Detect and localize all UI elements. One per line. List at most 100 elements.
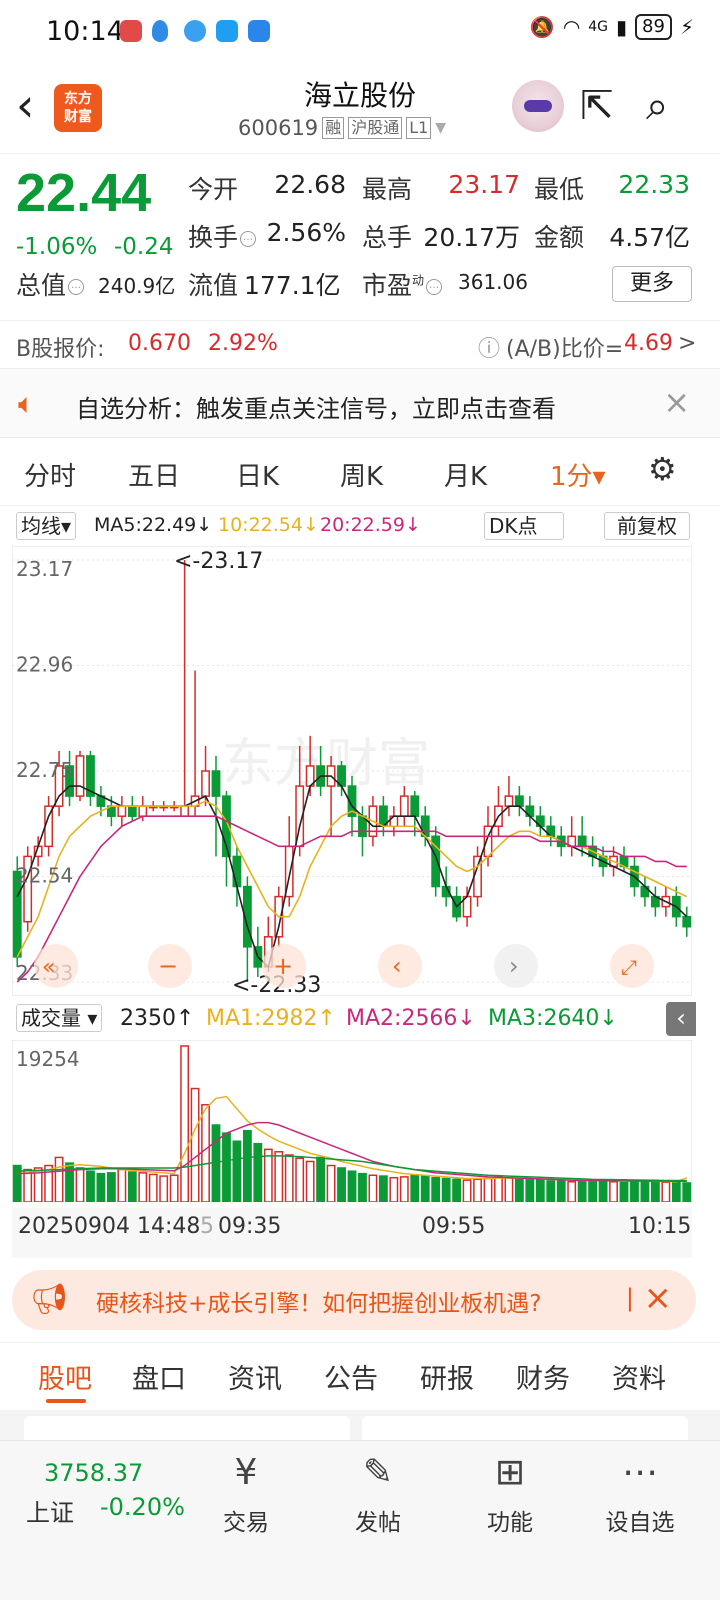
tab-research[interactable]: 研报 xyxy=(420,1357,474,1396)
nav-trade[interactable]: ¥ 交易 xyxy=(196,1451,296,1537)
volume-bar xyxy=(588,1179,598,1202)
volume-bar xyxy=(650,1181,660,1202)
change-amt: -0.24 xyxy=(114,234,174,260)
candle-body xyxy=(232,855,242,888)
volume-bar xyxy=(462,1179,472,1202)
chevron-down-icon: ▼ xyxy=(435,120,447,136)
search-icon[interactable]: ⌕ xyxy=(646,84,668,128)
candlestick-chart[interactable]: 东方财富 23.1722.9622.7522.5422.33 <-23.17 <… xyxy=(12,546,692,996)
pe-sup: 动 xyxy=(412,273,425,288)
volume-bar xyxy=(661,1181,671,1202)
time-axis: 20250904 14:48 5 09:35 09:55 10:15 xyxy=(12,1208,692,1258)
preview-card-right[interactable] xyxy=(362,1416,688,1440)
candle-body xyxy=(682,915,692,928)
promo-banner[interactable]: 📢︎ 硬核科技+成长引擎！如何把握创业板机遇? | × xyxy=(12,1270,696,1330)
close-icon[interactable]: × xyxy=(663,383,690,421)
volume-bar xyxy=(567,1180,577,1202)
shield-icon xyxy=(152,20,168,42)
close-icon[interactable]: × xyxy=(644,1278,673,1318)
notification-app-icon xyxy=(120,20,142,42)
volume-bar xyxy=(190,1087,200,1202)
weather-icon xyxy=(248,20,270,42)
volume-bar xyxy=(452,1178,462,1202)
candle-body xyxy=(399,795,409,817)
nav-post[interactable]: ✎ 发帖 xyxy=(328,1451,428,1537)
volume-bar xyxy=(169,1174,179,1202)
volume-bar xyxy=(619,1181,629,1202)
tab-order-book[interactable]: 盘口 xyxy=(132,1357,186,1396)
ma10-legend: 10:22.54↓ xyxy=(218,514,319,536)
tab-daily-k[interactable]: 日K xyxy=(236,456,279,493)
adjust-selector[interactable]: 前复权 xyxy=(604,512,690,540)
tab-one-minute[interactable]: 1分▾ xyxy=(550,456,606,493)
tab-weekly-k[interactable]: 周K xyxy=(340,456,383,493)
candle-body xyxy=(201,770,210,797)
info-icon[interactable]: … xyxy=(240,231,257,247)
status-time: 10:14 xyxy=(46,16,124,47)
dk-point-selector[interactable]: DK点 xyxy=(484,512,564,540)
time-tick-prev-date: 20250904 14:48 xyxy=(18,1214,201,1239)
mktcap-value: 240.9亿 xyxy=(98,274,176,298)
ma-selector[interactable]: 均线▾ xyxy=(16,512,77,540)
volume-bar xyxy=(640,1180,650,1202)
info-icon[interactable]: … xyxy=(68,279,85,295)
scroll-left-button[interactable] xyxy=(34,944,78,988)
tab-monthly-k[interactable]: 月K xyxy=(444,456,487,493)
volume-bar xyxy=(159,1175,169,1202)
nav-add-watchlist[interactable]: ⋯ 设自选 xyxy=(590,1451,690,1537)
pe-label: 市盈动… xyxy=(362,266,443,302)
candle-body xyxy=(211,770,221,797)
more-icon: ⋯ xyxy=(622,1452,658,1493)
volume-bar xyxy=(473,1178,482,1202)
open-label: 今开 xyxy=(188,175,239,204)
share-icon[interactable]: ⇱ xyxy=(580,84,614,128)
volume-bar xyxy=(577,1180,587,1202)
more-button[interactable]: 更多 xyxy=(612,266,692,302)
volume-bar xyxy=(180,1045,190,1202)
candle-body xyxy=(117,805,127,817)
info-icon[interactable]: … xyxy=(426,279,443,295)
volume-bar xyxy=(410,1174,420,1202)
turnover-label: 换手… xyxy=(188,218,257,254)
preview-card-left[interactable] xyxy=(24,1416,350,1440)
pe-value: 361.06 xyxy=(458,270,528,294)
volume-bar xyxy=(44,1164,54,1202)
volume-bar xyxy=(420,1175,430,1202)
tab-financials[interactable]: 财务 xyxy=(516,1357,570,1396)
nav-functions[interactable]: ⊞ 功能 xyxy=(460,1451,560,1537)
turnover-value: 2.56% xyxy=(266,218,346,247)
high-annotation: <-23.17 xyxy=(174,549,263,574)
edit-icon: ✎ xyxy=(362,1452,394,1493)
vol-ma3-legend: MA3:2640↓ xyxy=(488,1006,618,1031)
tab-news[interactable]: 资讯 xyxy=(228,1357,282,1396)
tab-announcements[interactable]: 公告 xyxy=(324,1357,378,1396)
tab-intraday[interactable]: 分时 xyxy=(24,456,76,493)
b-share-row[interactable]: B股报价: 0.670 2.92% ⓘ (A/B)比价= 4.69 > xyxy=(0,320,720,368)
tab-profile[interactable]: 资料 xyxy=(612,1357,666,1396)
mktcap-label-text: 总值 xyxy=(16,271,67,300)
tag-connect: 沪股通 xyxy=(348,117,403,139)
candle-body xyxy=(410,795,420,817)
stock-code-row[interactable]: 600619 融 沪股通 L1 ▼ xyxy=(238,116,446,140)
help-icon[interactable]: ⓘ xyxy=(478,331,500,363)
tab-five-day[interactable]: 五日 xyxy=(128,456,180,493)
tab-guba[interactable]: 股吧 xyxy=(38,1357,92,1396)
expand-icon: ⤢ xyxy=(621,955,637,979)
grid-icon: ⊞ xyxy=(494,1452,526,1493)
assistant-avatar[interactable] xyxy=(512,80,564,132)
yen-trade-icon: ¥ xyxy=(234,1452,258,1493)
volume-bar xyxy=(378,1175,388,1202)
signal-notice[interactable]: 🔈︎ 自选分析：触发重点关注信号，立即点击查看 × xyxy=(0,368,720,438)
collapse-panel-button[interactable]: ‹ xyxy=(666,1002,696,1036)
indicator-selector[interactable]: 成交量 ▾ xyxy=(16,1004,103,1032)
b-share-price: 0.670 xyxy=(128,331,191,356)
promo-divider: | xyxy=(625,1284,634,1312)
turnover-label-text: 换手 xyxy=(188,223,239,252)
megaphone-icon: 📢︎ xyxy=(30,1282,69,1317)
volume-chart[interactable]: 19254 xyxy=(12,1040,692,1202)
volume-bar xyxy=(201,1104,210,1202)
time-tick-0935: 09:35 xyxy=(218,1214,282,1239)
volume-bar xyxy=(337,1167,346,1202)
index-name: 上证 xyxy=(26,1499,74,1527)
gear-icon[interactable]: ⚙ xyxy=(648,450,677,488)
